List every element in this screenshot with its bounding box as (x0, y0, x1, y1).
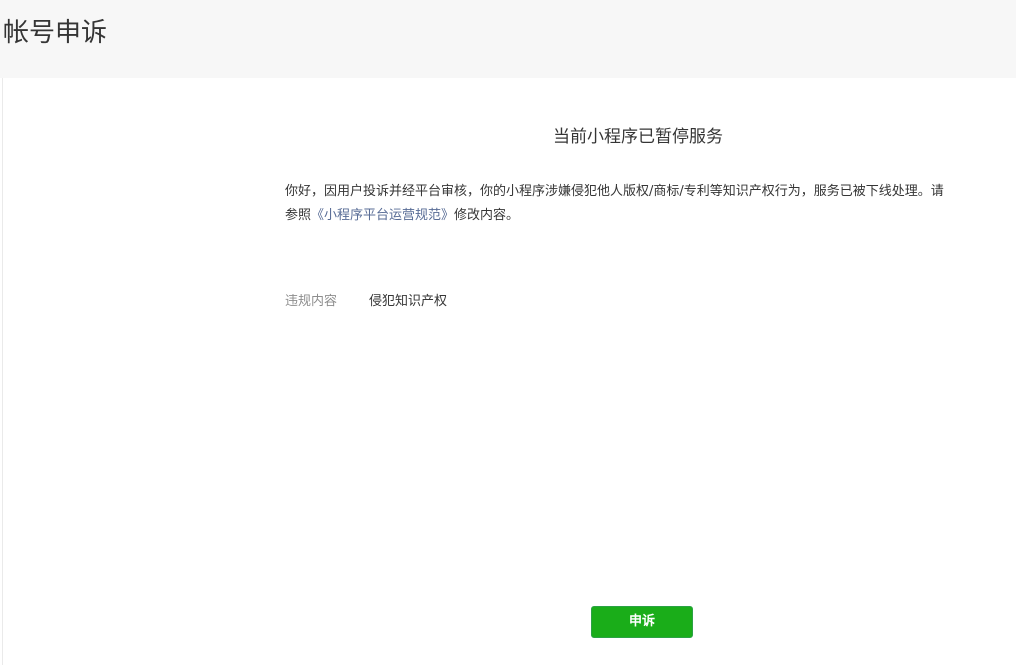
notice-line-2: 参照《小程序平台运营规范》修改内容。 (285, 204, 1005, 228)
notice-body: 你好，因用户投诉并经平台审核，你的小程序涉嫌侵犯他人版权/商标/专利等知识产权行… (285, 180, 1005, 228)
notice-line-1: 你好，因用户投诉并经平台审核，你的小程序涉嫌侵犯他人版权/商标/专利等知识产权行… (285, 184, 944, 199)
page-header: 帐号申诉 (0, 0, 1016, 78)
violation-value: 侵犯知识产权 (369, 294, 448, 309)
platform-rules-link[interactable]: 《小程序平台运营规范》 (311, 208, 454, 223)
main-panel (2, 78, 1016, 665)
notice-line-2-prefix: 参照 (285, 208, 312, 223)
notice-line-2-suffix: 修改内容。 (454, 208, 520, 223)
appeal-button[interactable]: 申诉 (591, 606, 693, 638)
violation-label: 违规内容 (285, 294, 338, 309)
page-title: 帐号申诉 (3, 18, 108, 48)
violation-row: 违规内容 侵犯知识产权 (285, 292, 447, 312)
notice-title: 当前小程序已暂停服务 (553, 127, 723, 147)
